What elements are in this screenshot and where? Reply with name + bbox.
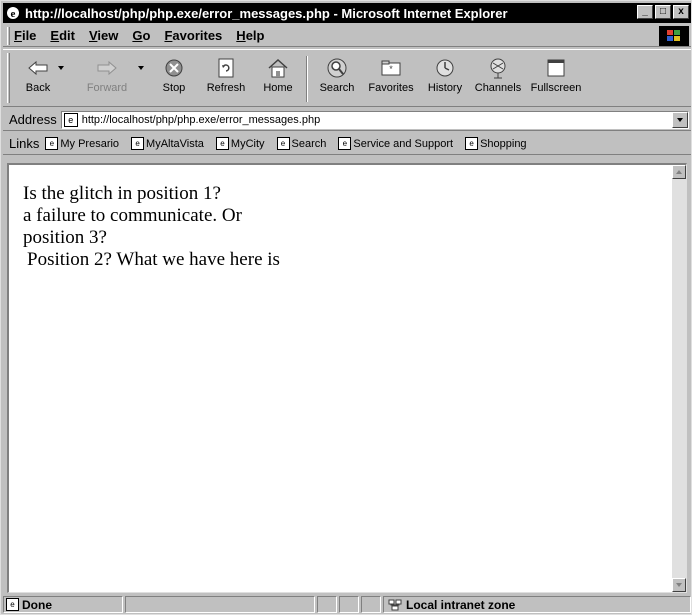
status-text: Done bbox=[22, 597, 52, 612]
address-dropdown-button[interactable] bbox=[672, 111, 688, 128]
page-icon: e bbox=[465, 137, 479, 150]
status-panel-empty bbox=[361, 596, 381, 613]
stop-icon bbox=[162, 56, 186, 80]
link-search[interactable]: e Search bbox=[276, 137, 326, 150]
vertical-scrollbar[interactable] bbox=[672, 165, 686, 592]
link-mycity[interactable]: e MyCity bbox=[215, 137, 265, 150]
history-icon bbox=[433, 56, 457, 80]
forward-arrow-icon bbox=[95, 56, 119, 80]
status-bar: e Done Local intranet zone bbox=[3, 595, 691, 614]
intranet-zone-icon bbox=[388, 599, 402, 611]
toolbar-grip[interactable] bbox=[7, 26, 10, 45]
toolbar-separator bbox=[306, 56, 308, 102]
status-panel-empty bbox=[339, 596, 359, 613]
chevron-down-icon[interactable] bbox=[138, 66, 144, 70]
zone-text: Local intranet zone bbox=[406, 597, 516, 612]
status-text-panel: e Done bbox=[3, 596, 123, 613]
back-button[interactable]: Back bbox=[14, 50, 64, 106]
menu-go[interactable]: Go bbox=[132, 28, 150, 43]
page-icon: e bbox=[63, 112, 78, 127]
page-icon: e bbox=[45, 137, 59, 150]
chevron-up-icon bbox=[676, 170, 682, 174]
history-button[interactable]: History bbox=[420, 50, 470, 106]
svg-text:*: * bbox=[389, 64, 393, 74]
home-button[interactable]: Home bbox=[254, 50, 302, 106]
fullscreen-icon bbox=[544, 56, 568, 80]
status-panel-empty bbox=[317, 596, 337, 613]
link-service-and-support[interactable]: e Service and Support bbox=[338, 137, 453, 150]
toolbar-grip[interactable] bbox=[7, 53, 10, 103]
chevron-down-icon[interactable] bbox=[58, 66, 64, 70]
windows-logo-icon bbox=[659, 26, 689, 46]
menu-view[interactable]: View bbox=[89, 28, 118, 43]
search-icon bbox=[325, 56, 349, 80]
search-button[interactable]: Search bbox=[312, 50, 362, 106]
title-bar: e http://localhost/php/php.exe/error_mes… bbox=[3, 3, 691, 23]
browser-window: e http://localhost/php/php.exe/error_mes… bbox=[0, 0, 692, 615]
ie-logo-icon: e bbox=[5, 5, 21, 21]
link-myaltavista[interactable]: e MyAltaVista bbox=[131, 137, 204, 150]
page-text-line: Position 2? What we have here is bbox=[27, 249, 280, 270]
refresh-icon bbox=[214, 56, 238, 80]
progress-panel bbox=[125, 596, 315, 613]
page-icon: e bbox=[338, 137, 352, 150]
scroll-down-button[interactable] bbox=[672, 578, 686, 592]
page-content: Is the glitch in position 1? a failure t… bbox=[7, 163, 687, 593]
minimize-button[interactable]: _ bbox=[637, 5, 653, 19]
home-icon bbox=[266, 56, 290, 80]
forward-button[interactable]: Forward bbox=[76, 50, 144, 106]
standard-toolbar: Back Forward Stop Refresh Home Search * … bbox=[3, 49, 691, 107]
channels-button[interactable]: Channels bbox=[470, 50, 526, 106]
links-bar: Links e My Presario e MyAltaVista e MyCity … bbox=[3, 133, 691, 155]
menu-bar: File Edit View Go Favorites Help bbox=[3, 25, 691, 47]
favorites-button[interactable]: * Favorites bbox=[362, 50, 420, 106]
close-button[interactable]: x bbox=[673, 5, 689, 19]
page-icon: e bbox=[276, 137, 290, 150]
zone-panel: Local intranet zone bbox=[383, 596, 691, 613]
page-icon: e bbox=[6, 598, 19, 611]
refresh-button[interactable]: Refresh bbox=[198, 50, 254, 106]
address-url[interactable]: http://localhost/php/php.exe/error_messa… bbox=[82, 114, 320, 126]
back-arrow-icon bbox=[26, 56, 50, 80]
links-label: Links bbox=[9, 136, 40, 151]
window-title: http://localhost/php/php.exe/error_messa… bbox=[25, 5, 508, 21]
link-my-presario[interactable]: e My Presario bbox=[45, 137, 119, 150]
link-shopping[interactable]: e Shopping bbox=[465, 137, 527, 150]
menu-edit[interactable]: Edit bbox=[50, 28, 75, 43]
address-label: Address bbox=[9, 112, 57, 127]
page-body: Is the glitch in position 1? a failure t… bbox=[23, 183, 280, 271]
stop-button[interactable]: Stop bbox=[150, 50, 198, 106]
page-icon: e bbox=[131, 137, 145, 150]
page-text-line: a failure to communicate. Or bbox=[23, 205, 242, 226]
scroll-up-button[interactable] bbox=[672, 165, 686, 179]
svg-text:e: e bbox=[11, 8, 16, 20]
chevron-down-icon bbox=[676, 583, 682, 587]
menu-favorites[interactable]: Favorites bbox=[164, 28, 222, 43]
address-input[interactable]: e http://localhost/php/php.exe/error_mes… bbox=[60, 110, 689, 129]
favorites-folder-icon: * bbox=[379, 56, 403, 80]
fullscreen-button[interactable]: Fullscreen bbox=[526, 50, 586, 106]
address-bar: Address e http://localhost/php/php.exe/e… bbox=[3, 109, 691, 131]
page-text-line: Is the glitch in position 1? bbox=[23, 183, 221, 204]
maximize-button[interactable]: □ bbox=[655, 5, 671, 19]
menu-help[interactable]: Help bbox=[236, 28, 264, 43]
chevron-down-icon bbox=[677, 117, 683, 122]
page-icon: e bbox=[215, 137, 229, 150]
page-text-line: position 3? bbox=[23, 227, 107, 248]
channels-icon bbox=[486, 56, 510, 80]
menu-file[interactable]: File bbox=[14, 28, 36, 43]
